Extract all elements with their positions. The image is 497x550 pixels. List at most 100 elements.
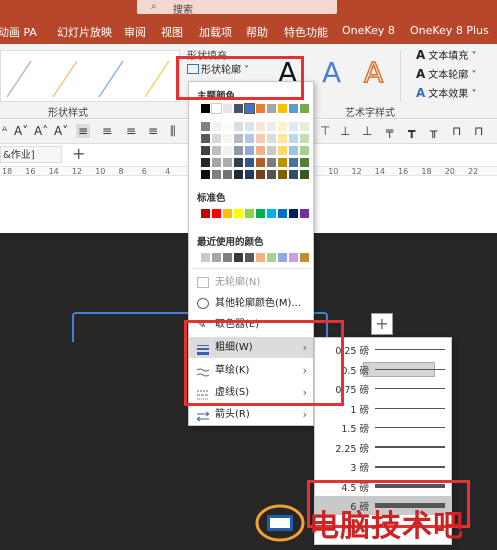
theme-color-swatch[interactable]	[256, 146, 265, 155]
theme-color-swatch[interactable]	[256, 104, 265, 113]
standard-color-swatch[interactable]	[212, 209, 221, 218]
theme-color-swatch[interactable]	[223, 134, 232, 143]
theme-color-swatch[interactable]	[267, 122, 276, 131]
recent-color-swatch[interactable]	[289, 253, 298, 262]
recent-color-swatch[interactable]	[223, 253, 232, 262]
tab-special[interactable]: 特色功能	[284, 24, 328, 40]
theme-color-swatch[interactable]	[234, 158, 243, 167]
text-effects-button[interactable]: A 文本效果 ˅	[416, 85, 476, 100]
recent-color-swatch[interactable]	[234, 253, 243, 262]
recent-color-swatch[interactable]	[300, 253, 309, 262]
theme-color-swatch[interactable]	[278, 104, 287, 113]
theme-color-swatch[interactable]	[223, 122, 232, 131]
theme-color-swatch[interactable]	[234, 170, 243, 179]
theme-color-swatch[interactable]	[267, 170, 276, 179]
weight-option[interactable]: 2.25 磅	[315, 438, 451, 457]
theme-color-swatch[interactable]	[267, 134, 276, 143]
distribute-v-icon[interactable]: ╥	[430, 124, 437, 138]
theme-color-swatch[interactable]	[234, 122, 243, 131]
theme-color-swatch[interactable]	[234, 134, 243, 143]
standard-color-swatch[interactable]	[300, 209, 309, 218]
decrease-font-icon[interactable]: A˅	[54, 124, 68, 138]
tab-slideshow[interactable]: 幻灯片放映	[57, 24, 112, 40]
theme-color-swatch[interactable]	[289, 104, 298, 113]
tab-review[interactable]: 审阅	[124, 24, 146, 40]
weight-option[interactable]: 1.5 磅	[315, 418, 451, 437]
theme-color-swatch[interactable]	[223, 104, 232, 113]
theme-color-swatch[interactable]	[267, 158, 276, 167]
theme-color-swatch[interactable]	[256, 158, 265, 167]
theme-color-swatch[interactable]	[289, 122, 298, 131]
wordart-style-blue[interactable]: A	[322, 56, 341, 89]
theme-color-swatch[interactable]	[300, 158, 309, 167]
align-bottom-icon[interactable]: ⊥	[362, 124, 372, 138]
arrange-icon[interactable]: ⊓	[474, 124, 483, 138]
recent-color-swatch[interactable]	[278, 253, 287, 262]
theme-color-swatch[interactable]	[201, 158, 210, 167]
arrows-item[interactable]: 箭头(R) ›	[189, 404, 313, 425]
tab-onekey8-plus[interactable]: OneKey 8 Plus	[410, 24, 489, 37]
theme-color-swatch[interactable]	[201, 146, 210, 155]
weight-option[interactable]: 3 磅	[315, 457, 451, 476]
theme-color-swatch[interactable]	[256, 122, 265, 131]
standard-color-swatch[interactable]	[201, 209, 210, 218]
distribute-icon[interactable]: ⫼	[170, 124, 176, 139]
standard-color-swatch[interactable]	[234, 209, 243, 218]
theme-color-swatch[interactable]	[201, 134, 210, 143]
theme-color-swatch[interactable]	[278, 122, 287, 131]
no-outline-item[interactable]: 无轮廓(N)	[189, 272, 313, 293]
theme-color-swatch[interactable]	[234, 104, 243, 113]
text-fill-button[interactable]: A 文本填充 ˅	[416, 47, 476, 62]
align-top-icon[interactable]: ⊤	[320, 124, 330, 138]
tab-view[interactable]: 视图	[161, 24, 183, 40]
theme-color-swatch[interactable]	[223, 158, 232, 167]
text-outline-button[interactable]: A 文本轮廓 ˅	[416, 66, 476, 81]
theme-color-swatch[interactable]	[201, 104, 210, 113]
theme-color-swatch[interactable]	[212, 170, 221, 179]
theme-color-swatch[interactable]	[245, 170, 254, 179]
recent-color-swatch[interactable]	[245, 253, 254, 262]
tab-help[interactable]: 帮助	[246, 24, 268, 40]
theme-color-swatch[interactable]	[256, 134, 265, 143]
tab-animation[interactable]: 动画 PA	[0, 24, 37, 40]
new-tab-button[interactable]: +	[72, 144, 85, 163]
theme-color-swatch[interactable]	[212, 134, 221, 143]
theme-color-swatch[interactable]	[201, 122, 210, 131]
theme-color-swatch[interactable]	[278, 146, 287, 155]
align-middle-icon[interactable]: ⊥	[340, 124, 350, 138]
increase-font-icon[interactable]: A˄	[34, 124, 48, 138]
tab-onekey8[interactable]: OneKey 8	[342, 24, 395, 37]
theme-color-swatch[interactable]	[300, 170, 309, 179]
align-center-icon[interactable]: ≡	[102, 124, 112, 138]
standard-color-swatch[interactable]	[267, 209, 276, 218]
recent-color-swatch[interactable]	[212, 253, 221, 262]
theme-color-swatch[interactable]	[289, 134, 298, 143]
standard-color-swatch[interactable]	[245, 209, 254, 218]
theme-color-swatch[interactable]	[244, 103, 255, 114]
standard-color-swatch[interactable]	[289, 209, 298, 218]
theme-color-swatch[interactable]	[267, 104, 276, 113]
align-right-icon[interactable]: ≡	[126, 124, 136, 138]
theme-color-swatch[interactable]	[245, 134, 254, 143]
theme-color-swatch[interactable]	[278, 170, 287, 179]
list-icon[interactable]: ᴬ	[2, 124, 7, 138]
theme-color-swatch[interactable]	[289, 158, 298, 167]
theme-color-swatch[interactable]	[211, 103, 222, 114]
theme-color-swatch[interactable]	[245, 146, 254, 155]
theme-color-swatch[interactable]	[245, 122, 254, 131]
recent-color-swatch[interactable]	[256, 253, 265, 262]
recent-color-swatch[interactable]	[267, 253, 276, 262]
theme-color-swatch[interactable]	[245, 158, 254, 167]
theme-color-swatch[interactable]	[300, 146, 309, 155]
align-objects-icon[interactable]: ╤	[386, 124, 393, 138]
theme-color-swatch[interactable]	[278, 134, 287, 143]
wordart-style-orange[interactable]: A	[363, 55, 384, 90]
more-colors-item[interactable]: 其他轮廓颜色(M)...	[189, 293, 313, 314]
document-tab[interactable]: &作业]	[0, 146, 62, 163]
theme-color-swatch[interactable]	[212, 146, 221, 155]
align-left-icon[interactable]: ≡	[76, 124, 91, 138]
tab-addins[interactable]: 加载项	[199, 24, 232, 40]
theme-color-swatch[interactable]	[278, 158, 287, 167]
theme-color-swatch[interactable]	[289, 170, 298, 179]
add-element-button[interactable]: +	[371, 313, 393, 335]
